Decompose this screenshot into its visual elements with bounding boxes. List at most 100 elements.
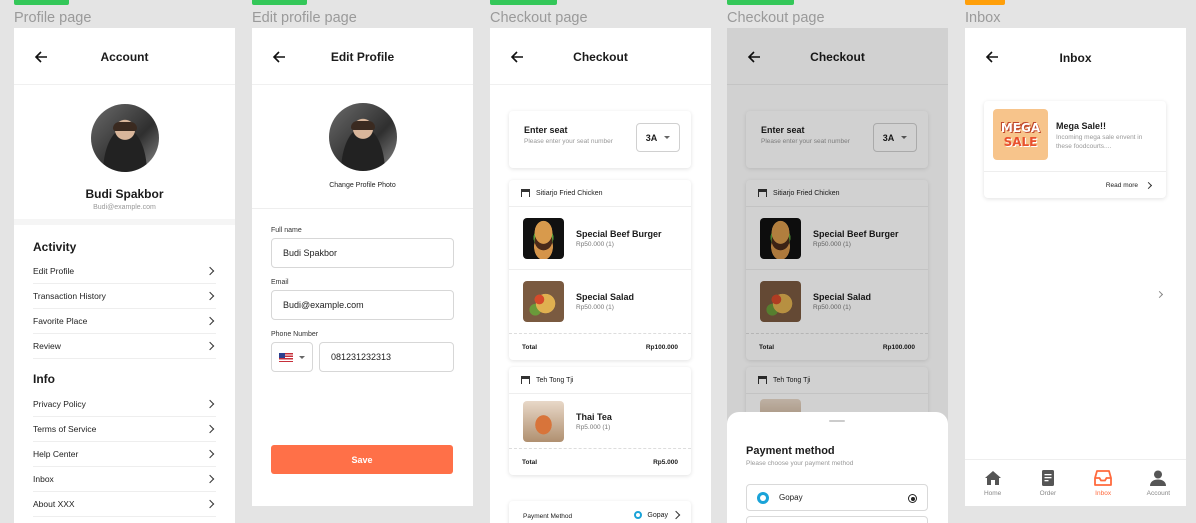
- message-description: Incoming mega sale envent in these foodc…: [1056, 134, 1143, 150]
- salad-image: [523, 281, 564, 322]
- seat-value: 3A: [645, 132, 658, 143]
- nav-account[interactable]: Account: [1138, 470, 1178, 497]
- chevron-right-icon: [205, 316, 215, 326]
- avatar: [90, 104, 159, 172]
- payment-method-label: Payment Method: [523, 513, 573, 520]
- back-arrow-icon[interactable]: [510, 50, 524, 64]
- order-item: Special Beef Burger Rp50.000 (1): [509, 207, 691, 270]
- item-name: Special Salad: [576, 292, 635, 302]
- caret-down-icon: [299, 355, 305, 359]
- gopay-icon: [757, 491, 769, 504]
- nav-label: Account: [1146, 489, 1171, 497]
- back-arrow-icon[interactable]: [34, 50, 48, 64]
- profile-email: Budi@example.com: [93, 204, 156, 211]
- nav-label: Inbox: [1095, 489, 1112, 497]
- item-qty: (1): [606, 304, 614, 311]
- nav-inbox[interactable]: Inbox: [1083, 469, 1123, 497]
- thai-tea-image: [523, 400, 564, 442]
- chevron-right-icon: [205, 399, 215, 409]
- chevron-right-icon: [205, 424, 215, 434]
- canvas: Profile page Edit profile page Checkout …: [0, 0, 1196, 523]
- payment-option[interactable]: [746, 516, 928, 523]
- payment-bottom-sheet: Payment method Please choose your paymen…: [727, 412, 948, 523]
- payment-method-row[interactable]: Payment Method Gopay: [509, 501, 691, 523]
- home-icon: [984, 470, 1001, 485]
- message-title: Mega Sale!!: [1056, 121, 1107, 131]
- back-arrow-icon[interactable]: [985, 50, 999, 64]
- nav-home[interactable]: Home: [973, 470, 1013, 497]
- radio-selected-icon[interactable]: [908, 494, 917, 503]
- frame-title: Profile page: [14, 10, 92, 26]
- phone-label: Phone Number: [271, 331, 319, 338]
- read-more-label: Read more: [1105, 181, 1138, 189]
- mega-sale-banner: MEGA SALE: [993, 109, 1048, 160]
- total-row: Total Rp100.000: [509, 333, 691, 360]
- store-header: Teh Tong Tji: [509, 367, 691, 394]
- frame-tag: [14, 0, 69, 5]
- order-card: Sitiarjo Fried Chicken Special Beef Burg…: [509, 180, 691, 360]
- header: Account: [14, 28, 235, 85]
- payment-method-value: Gopay: [634, 510, 681, 520]
- menu-item-transaction-history[interactable]: Transaction History: [33, 284, 216, 309]
- banner-text: MEGA: [1000, 120, 1041, 135]
- store-name: Sitiarjo Fried Chicken: [536, 189, 603, 197]
- order-card: Teh Tong Tji Thai Tea Rp5.000 (1) Total Rp…: [509, 367, 691, 475]
- item-name: Special Beef Burger: [576, 228, 662, 239]
- phone-row: 081231232313: [271, 342, 454, 372]
- menu-item-review[interactable]: Review: [33, 334, 216, 359]
- sheet-title: Payment method: [746, 445, 835, 457]
- email-field[interactable]: Budi@example.com: [271, 290, 454, 320]
- sheet-handle[interactable]: [829, 420, 845, 422]
- chevron-right-icon: [205, 474, 215, 484]
- caret-down-icon: [664, 136, 671, 139]
- menu-item-label: Review: [33, 341, 61, 351]
- payment-option-gopay[interactable]: Gopay: [746, 484, 928, 511]
- menu-item-inbox[interactable]: Inbox: [33, 467, 216, 492]
- email-label: Email: [271, 279, 289, 286]
- section-title-info: Info: [33, 372, 55, 386]
- menu-item-edit-profile[interactable]: Edit Profile: [33, 259, 216, 284]
- total-label: Total: [522, 343, 538, 351]
- bottom-nav: Home Order Inbox Account: [965, 459, 1186, 506]
- seat-select[interactable]: 3A: [636, 123, 680, 152]
- full-name-label: Full name: [271, 227, 302, 234]
- total-value: Rp100.000: [645, 343, 678, 351]
- change-photo-link[interactable]: Change Profile Photo: [329, 182, 396, 189]
- user-icon: [1150, 470, 1167, 486]
- country-code-select[interactable]: [271, 342, 313, 372]
- chevron-right-icon: [205, 449, 215, 459]
- us-flag-icon: [279, 352, 293, 362]
- menu-item-about[interactable]: About XXX: [33, 492, 216, 517]
- back-arrow-icon[interactable]: [272, 50, 286, 64]
- chevron-right-icon[interactable]: [1155, 290, 1164, 299]
- frame-title: Checkout page: [727, 10, 825, 26]
- frame-title: Checkout page: [490, 10, 588, 26]
- profile-summary: Budi Spakbor Budi@example.com: [14, 85, 235, 225]
- nav-order[interactable]: Order: [1028, 469, 1068, 497]
- frame-title: Edit profile page: [252, 10, 357, 26]
- frame-tag: [965, 0, 1005, 5]
- menu-item-terms[interactable]: Terms of Service: [33, 417, 216, 442]
- menu-item-help-center[interactable]: Help Center: [33, 442, 216, 467]
- inbox-screen: Inbox MEGA SALE Mega Sale!! Incoming mega…: [965, 28, 1186, 506]
- menu-item-label: Terms of Service: [33, 424, 97, 434]
- banner-text: SALE: [1003, 134, 1038, 149]
- menu-item-label: Inbox: [33, 474, 54, 484]
- store-name: Teh Tong Tji: [536, 376, 574, 384]
- item-qty: (1): [602, 423, 611, 431]
- avatar[interactable]: [328, 103, 397, 171]
- gopay-icon: [634, 511, 643, 519]
- sheet-description: Please choose your payment method: [746, 460, 854, 467]
- menu-item-favorite-place[interactable]: Favorite Place: [33, 309, 216, 334]
- full-name-field[interactable]: Budi Spakbor: [271, 238, 454, 268]
- store-icon: [521, 376, 530, 384]
- chevron-right-icon: [671, 510, 681, 520]
- header: Edit Profile: [252, 28, 473, 85]
- menu-item-privacy-policy[interactable]: Privacy Policy: [33, 392, 216, 417]
- payment-value: Gopay: [647, 511, 668, 519]
- read-more-link[interactable]: Read more: [984, 171, 1166, 198]
- phone-field[interactable]: 081231232313: [319, 342, 454, 372]
- save-button[interactable]: Save: [271, 445, 453, 474]
- message-card[interactable]: MEGA SALE Mega Sale!! Incoming mega sale …: [984, 101, 1166, 198]
- item-price: Rp5.000: [576, 423, 601, 431]
